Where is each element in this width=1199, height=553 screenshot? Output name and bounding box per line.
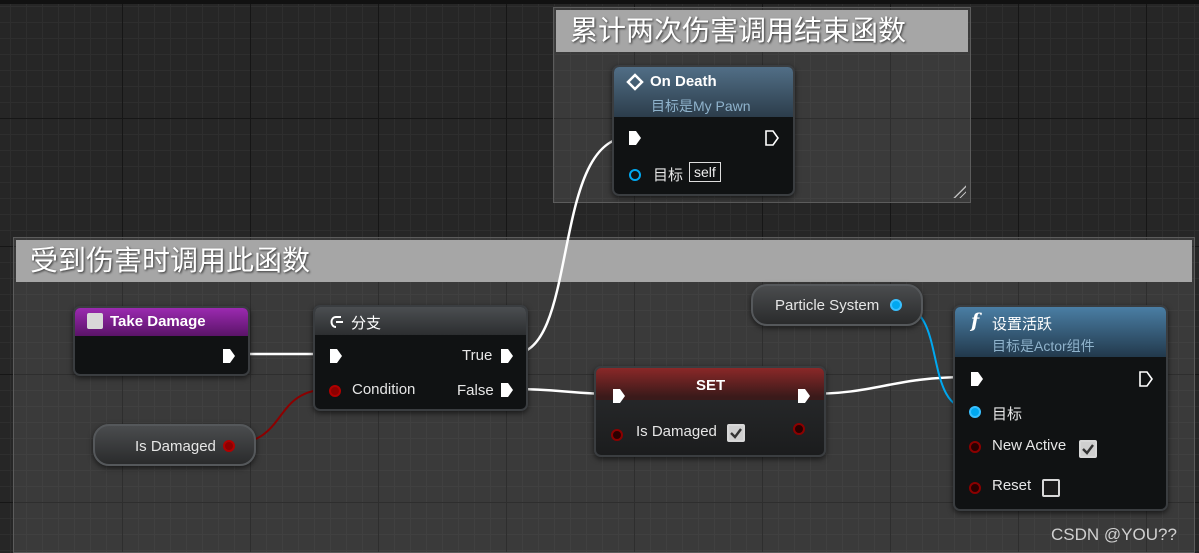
is-damaged-checkbox[interactable]: [727, 424, 745, 442]
branch-node[interactable]: 分支 True Condition False: [313, 305, 528, 411]
exec-out-pin[interactable]: [765, 130, 779, 146]
set-is-damaged-node[interactable]: SET Is Damaged: [594, 366, 826, 457]
new-active-checkbox[interactable]: [1079, 440, 1097, 458]
node-header: SET: [596, 368, 824, 400]
target-label: 目标: [992, 406, 1023, 423]
node-title: 分支: [351, 315, 382, 332]
new-active-pin[interactable]: [969, 441, 981, 453]
self-value[interactable]: self: [689, 162, 721, 182]
node-header: 分支: [315, 307, 526, 335]
check-icon: [730, 428, 742, 439]
set-active-node[interactable]: f 设置活跃 目标是Actor组件 目标 New Active Reset: [953, 305, 1168, 511]
node-header: Take Damage: [75, 308, 248, 336]
node-subtitle: 目标是My Pawn: [651, 98, 751, 114]
take-damage-event-node[interactable]: Take Damage: [73, 306, 250, 376]
exec-out-pin[interactable]: [1139, 371, 1153, 387]
node-title: On Death: [650, 73, 717, 90]
bool-out-pin[interactable]: [223, 440, 235, 452]
exec-out-pin[interactable]: [797, 388, 811, 404]
variable-label: Is Damaged: [135, 438, 216, 455]
check-icon: [1082, 444, 1094, 455]
exec-out-pin[interactable]: [222, 348, 236, 364]
particle-system-getter-node[interactable]: Particle System: [751, 284, 923, 326]
new-active-label: New Active: [992, 437, 1067, 454]
function-icon: f: [971, 310, 980, 332]
object-out-pin[interactable]: [890, 299, 902, 311]
variable-label: Particle System: [775, 297, 880, 314]
node-header: On Death 目标是My Pawn: [614, 67, 793, 117]
exec-in-pin[interactable]: [970, 371, 984, 387]
reset-checkbox[interactable]: [1042, 479, 1060, 497]
false-label: False: [457, 382, 494, 399]
reset-pin[interactable]: [969, 482, 981, 494]
node-title: Take Damage: [110, 313, 206, 330]
condition-label: Condition: [352, 381, 416, 398]
reset-label: Reset: [992, 477, 1032, 494]
event-diamond-icon: [626, 73, 644, 91]
node-header: f 设置活跃 目标是Actor组件: [955, 307, 1166, 357]
on-death-node[interactable]: On Death 目标是My Pawn 目标 self: [612, 65, 795, 196]
event-box-icon: [87, 313, 103, 329]
variable-label: Is Damaged: [636, 423, 717, 440]
bool-out-pin[interactable]: [793, 423, 805, 435]
true-exec-pin[interactable]: [500, 348, 514, 364]
branch-icon: [330, 316, 343, 328]
watermark-text: CSDN @YOU??: [1051, 525, 1177, 544]
exec-in-pin[interactable]: [329, 348, 343, 364]
node-title: 设置活跃: [992, 316, 1053, 333]
target-label: 目标: [653, 167, 684, 184]
bool-in-pin[interactable]: [611, 429, 623, 441]
node-title: SET: [696, 377, 726, 394]
exec-in-pin[interactable]: [628, 130, 642, 146]
node-subtitle: 目标是Actor组件: [992, 338, 1095, 354]
target-pin[interactable]: [969, 406, 981, 418]
true-label: True: [462, 347, 493, 364]
exec-in-pin[interactable]: [612, 388, 626, 404]
condition-pin[interactable]: [329, 385, 341, 397]
is-damaged-getter-node[interactable]: Is Damaged: [93, 424, 256, 466]
false-exec-pin[interactable]: [500, 382, 514, 398]
target-pin[interactable]: [629, 169, 641, 181]
